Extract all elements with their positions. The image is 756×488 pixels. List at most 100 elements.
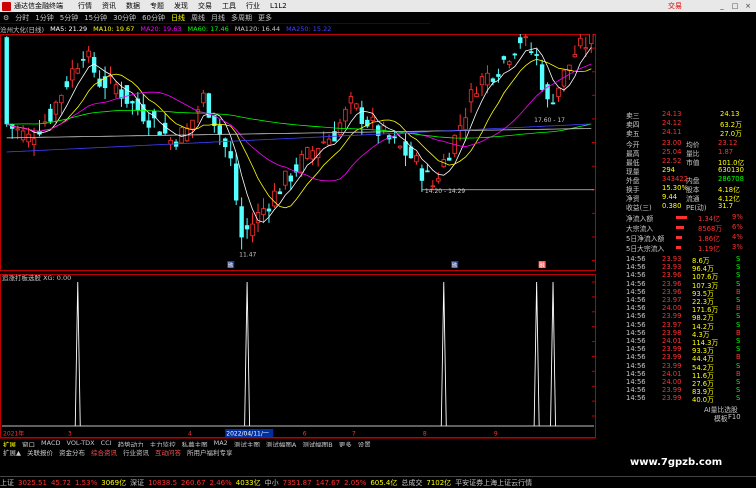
ma-legend-item: MA60: 17.46: [187, 25, 229, 33]
candle-body: [70, 68, 75, 81]
candle-body: [359, 107, 365, 124]
tool-strip: 扩展▲ 关联报价 资金分布 综合资讯 行业资讯 互动问答 所用户福利专享: [0, 447, 596, 456]
menu-item-topics[interactable]: 专题: [145, 1, 169, 11]
index-ticker: 上证 3025.51 45.72 1.53% 3069亿 深证 10838.5 260.67 2…: [0, 476, 756, 488]
tick-price: 23.98: [662, 328, 682, 337]
tool-tab[interactable]: 综合资讯: [88, 447, 120, 456]
candle-body: [447, 157, 452, 161]
candle-body: [468, 89, 474, 103]
period-tab[interactable]: 月线: [208, 13, 228, 23]
period-tab[interactable]: 分时: [12, 13, 32, 23]
menu-item-tools[interactable]: 工具: [217, 1, 241, 11]
tick-time: 14:56: [626, 263, 646, 272]
tool-tab[interactable]: 扩展▲: [0, 447, 24, 456]
candle-body: [414, 155, 419, 163]
period-tab[interactable]: 多周期: [228, 13, 255, 23]
candle-body: [217, 125, 222, 135]
candle-body: [31, 138, 37, 145]
tool-tab[interactable]: 所用户福利专享: [184, 447, 236, 456]
panel-footer-tabs: 模板 F10: [596, 413, 746, 423]
candle-body: [474, 93, 479, 98]
period-tab[interactable]: 周线: [188, 13, 208, 23]
ticker-item: 2.05%: [344, 478, 367, 487]
candle-body: [512, 53, 517, 56]
period-tab[interactable]: 5分钟: [57, 13, 81, 23]
quote-value: 294: [662, 166, 675, 174]
candle-body: [272, 190, 277, 207]
tick-row: 14:56 23.99 40.0万 S: [596, 394, 746, 404]
flow-row: 5日净流入额 1.86亿 4%: [596, 233, 746, 243]
candle-body: [277, 191, 283, 195]
tick-direction: S: [736, 312, 741, 321]
tick-time: 14:56: [626, 345, 646, 354]
watermark-text: www.7gpzb.com: [630, 457, 723, 468]
ma-legend-item: MA5: 21.29: [50, 25, 88, 33]
ask-row: 卖三 24.13 24.13: [596, 110, 746, 120]
flow-pct: 3%: [732, 243, 743, 251]
candle-body: [539, 64, 545, 90]
ticker-item: 4033亿: [235, 478, 261, 487]
ticker-item: 2.46%: [209, 478, 232, 487]
tick-price: 23.96: [662, 287, 682, 296]
candle-body: [343, 108, 348, 122]
menu-item-quotes[interactable]: 行情: [73, 1, 97, 11]
price-annotation: 17.60 - 17: [534, 117, 565, 124]
panel-footer-tab[interactable]: F10: [728, 413, 741, 421]
tool-tab[interactable]: 关联报价: [24, 447, 56, 456]
quote-row: 最高 25.04 量比 1.87: [596, 148, 746, 158]
tick-price: 23.96: [662, 271, 682, 280]
period-tab-more[interactable]: 更多: [255, 13, 275, 23]
tool-tab[interactable]: 资金分布: [56, 447, 88, 456]
candle-body: [326, 138, 332, 146]
settings-gear-icon[interactable]: ⚙: [0, 14, 12, 22]
signal-spike: [550, 281, 556, 427]
candle-body: [113, 84, 119, 95]
trade-button[interactable]: 交易: [663, 1, 687, 11]
tick-time: 14:56: [626, 394, 646, 403]
menu-item-l1l2[interactable]: L1L2: [265, 2, 292, 10]
period-tab[interactable]: 15分钟: [81, 13, 110, 23]
kline-chart[interactable]: 20.0019.0018.0017.0016.0015.0014.0013.00…: [0, 34, 596, 438]
tick-direction: S: [736, 361, 741, 370]
candle-body: [64, 81, 70, 88]
ma-legend-item: MA250: 15.22: [286, 25, 332, 33]
ticker-item: 上证: [0, 478, 14, 487]
close-icon[interactable]: ×: [743, 2, 753, 10]
menu-item-trade[interactable]: 交易: [193, 1, 217, 11]
ticker-item: 3025.51: [18, 478, 47, 487]
price-annotation: 14.20 - 14.29: [425, 188, 466, 195]
period-tab[interactable]: 60分钟: [139, 13, 168, 23]
quote-value: 0.380: [662, 202, 682, 210]
period-tab-daily[interactable]: 日线: [168, 13, 188, 23]
flow-pct: 6%: [732, 223, 743, 231]
candle-body: [190, 119, 195, 130]
time-axis-label: 3: [68, 431, 72, 438]
tick-direction: B: [736, 328, 741, 337]
flow-value: 8568万: [698, 225, 723, 233]
maximize-icon[interactable]: □: [730, 2, 740, 10]
ticker-item: 10838.5: [148, 478, 178, 487]
candle-body: [425, 170, 430, 173]
tool-tab[interactable]: 互动问答: [152, 447, 184, 456]
minimize-icon[interactable]: _: [717, 2, 727, 10]
tick-price: 23.99: [662, 312, 682, 321]
quote-value: 23.00: [662, 139, 682, 147]
menu-item-industry[interactable]: 行业: [241, 1, 265, 11]
menu-item-data[interactable]: 数据: [121, 1, 145, 11]
tick-footer: AI量比选股: [596, 404, 746, 414]
tool-tab[interactable]: 行业资讯: [120, 447, 152, 456]
menu-item-news[interactable]: 资讯: [97, 1, 121, 11]
candle-body: [4, 37, 9, 125]
tick-time: 14:56: [626, 386, 646, 395]
period-tab[interactable]: 30分钟: [110, 13, 139, 23]
quote-row: 净资 9.44 流通 4.12亿: [596, 193, 746, 203]
candle-body: [479, 76, 485, 86]
period-tab[interactable]: 1分钟: [32, 13, 56, 23]
panel-footer-tab[interactable]: 模板: [714, 413, 728, 423]
ticker-item: 1.53%: [75, 478, 98, 487]
time-axis-label: 9: [494, 431, 498, 438]
ticker-item: 中小: [264, 478, 279, 487]
tick-time: 14:56: [626, 369, 646, 378]
candle-body: [403, 141, 408, 156]
menu-item-discover[interactable]: 发现: [169, 1, 193, 11]
